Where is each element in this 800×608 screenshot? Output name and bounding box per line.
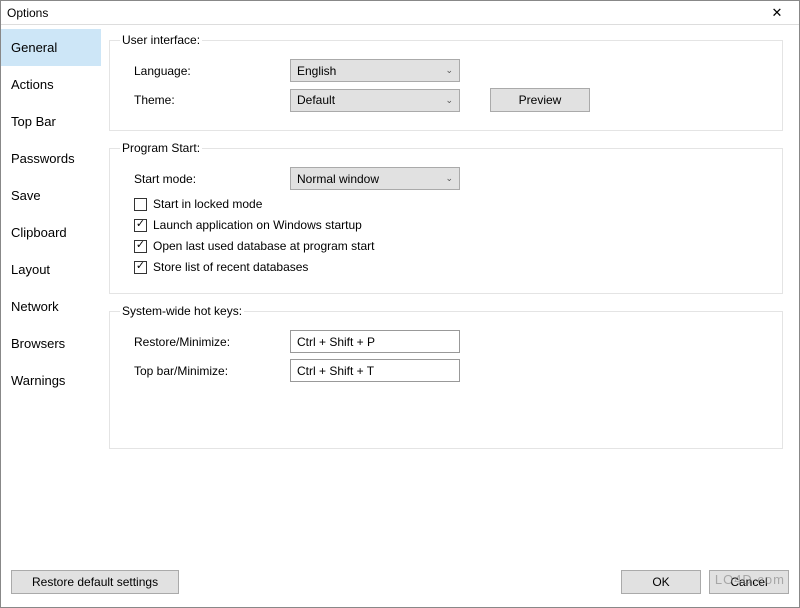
- theme-label: Theme:: [120, 93, 290, 107]
- checkbox-launch-on-startup[interactable]: [134, 219, 147, 232]
- close-icon[interactable]: ✕: [759, 5, 795, 21]
- checkbox-label: Launch application on Windows startup: [153, 218, 362, 232]
- ok-button[interactable]: OK: [621, 570, 701, 594]
- sidebar-item-top-bar[interactable]: Top Bar: [1, 103, 101, 140]
- startmode-label: Start mode:: [120, 172, 290, 186]
- checkbox-label: Start in locked mode: [153, 197, 262, 211]
- checkbox-label: Store list of recent databases: [153, 260, 308, 274]
- theme-value: Default: [297, 93, 335, 107]
- titlebar: Options ✕: [1, 1, 799, 25]
- topbar-hotkey-value: Ctrl + Shift + T: [297, 364, 374, 378]
- language-select[interactable]: English ⌄: [290, 59, 460, 82]
- checkbox-start-locked[interactable]: [134, 198, 147, 211]
- chevron-down-icon: ⌄: [445, 95, 453, 106]
- sidebar-item-network[interactable]: Network: [1, 288, 101, 325]
- section-legend-start: Program Start:: [120, 141, 202, 155]
- restore-hotkey-label: Restore/Minimize:: [120, 335, 290, 349]
- section-user-interface: User interface: Language: English ⌄ Them…: [109, 33, 783, 131]
- sidebar-item-browsers[interactable]: Browsers: [1, 325, 101, 362]
- checkbox-label: Open last used database at program start: [153, 239, 374, 253]
- startmode-value: Normal window: [297, 172, 379, 186]
- preview-button[interactable]: Preview: [490, 88, 590, 112]
- language-label: Language:: [120, 64, 290, 78]
- restore-hotkey-input[interactable]: Ctrl + Shift + P: [290, 330, 460, 353]
- content: User interface: Language: English ⌄ Them…: [101, 25, 799, 565]
- section-legend-hotkeys: System-wide hot keys:: [120, 304, 244, 318]
- footer: Restore default settings OK Cancel: [1, 565, 799, 607]
- language-value: English: [297, 64, 336, 78]
- sidebar-item-warnings[interactable]: Warnings: [1, 362, 101, 399]
- chevron-down-icon: ⌄: [445, 65, 453, 76]
- sidebar-item-actions[interactable]: Actions: [1, 66, 101, 103]
- section-hotkeys: System-wide hot keys: Restore/Minimize: …: [109, 304, 783, 449]
- window-title: Options: [5, 6, 759, 20]
- cancel-button[interactable]: Cancel: [709, 570, 789, 594]
- checkbox-store-recent-dbs[interactable]: [134, 261, 147, 274]
- sidebar: General Actions Top Bar Passwords Save C…: [1, 25, 101, 565]
- sidebar-item-layout[interactable]: Layout: [1, 251, 101, 288]
- restore-defaults-button[interactable]: Restore default settings: [11, 570, 179, 594]
- topbar-hotkey-label: Top bar/Minimize:: [120, 364, 290, 378]
- section-program-start: Program Start: Start mode: Normal window…: [109, 141, 783, 294]
- section-legend-ui: User interface:: [120, 33, 202, 47]
- sidebar-item-save[interactable]: Save: [1, 177, 101, 214]
- options-window: Options ✕ General Actions Top Bar Passwo…: [0, 0, 800, 608]
- topbar-hotkey-input[interactable]: Ctrl + Shift + T: [290, 359, 460, 382]
- theme-select[interactable]: Default ⌄: [290, 89, 460, 112]
- restore-hotkey-value: Ctrl + Shift + P: [297, 335, 375, 349]
- sidebar-item-general[interactable]: General: [1, 29, 101, 66]
- sidebar-item-passwords[interactable]: Passwords: [1, 140, 101, 177]
- body: General Actions Top Bar Passwords Save C…: [1, 25, 799, 565]
- startmode-select[interactable]: Normal window ⌄: [290, 167, 460, 190]
- chevron-down-icon: ⌄: [445, 173, 453, 184]
- sidebar-item-clipboard[interactable]: Clipboard: [1, 214, 101, 251]
- checkbox-open-last-db[interactable]: [134, 240, 147, 253]
